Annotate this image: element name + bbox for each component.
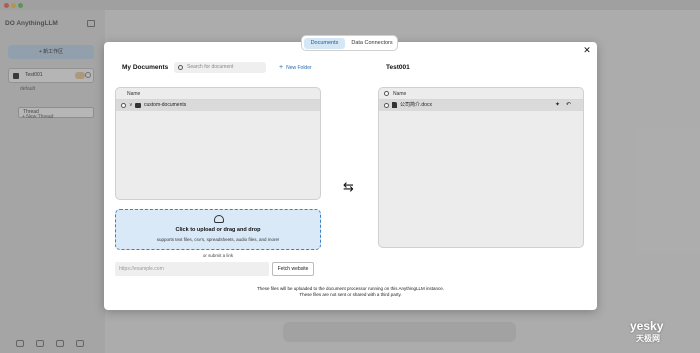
file-icon xyxy=(392,102,397,108)
workspace-docs-title: Test001 xyxy=(386,64,410,71)
or-submit-link: or submit a link xyxy=(202,253,234,258)
search-icon xyxy=(178,65,183,70)
upload-title: Click to upload or drag and drop xyxy=(175,227,261,233)
documents-modal: ✕ My Documents Search for document + New … xyxy=(104,42,597,310)
ws-column-header: Name xyxy=(379,88,583,100)
column-header-name: Name xyxy=(116,88,320,100)
plus-icon: + xyxy=(279,64,284,71)
search-input[interactable]: Search for document xyxy=(174,62,266,73)
watermark-sub: 天极网 xyxy=(636,334,660,343)
watermark-logo: yesky xyxy=(630,319,664,333)
upload-subtitle: supports text files, csv's, spreadsheets… xyxy=(156,237,280,242)
folder-name: custom-documents xyxy=(144,102,187,108)
ws-column-name: Name xyxy=(393,91,407,97)
url-input[interactable]: https://example.com xyxy=(115,262,269,276)
fetch-website-button[interactable]: Fetch website xyxy=(272,262,314,276)
chevron-down-icon[interactable]: ∨ xyxy=(129,100,133,111)
pin-icon[interactable]: ✦ xyxy=(555,100,560,111)
new-folder-label: New Folder xyxy=(286,65,312,71)
file-checkbox[interactable] xyxy=(384,103,389,108)
upload-dropzone[interactable]: Click to upload or drag and drop support… xyxy=(115,209,321,250)
my-documents-title: My Documents xyxy=(122,64,169,71)
footnote-line2: These files are not sent or shared with … xyxy=(299,292,402,297)
folder-icon xyxy=(135,103,141,108)
undo-icon[interactable]: ↶ xyxy=(566,100,571,111)
cloud-upload-icon xyxy=(214,215,224,223)
new-folder-button[interactable]: + New Folder xyxy=(279,63,312,73)
folder-row[interactable]: ∨ custom-documents xyxy=(116,100,320,111)
modal-tabs: Documents Data Connectors xyxy=(301,35,398,51)
tab-documents[interactable]: Documents xyxy=(304,38,345,49)
select-all-checkbox[interactable] xyxy=(384,91,389,96)
my-documents-panel: Name ∨ custom-documents xyxy=(115,87,321,200)
search-placeholder: Search for document xyxy=(187,64,234,70)
workspace-documents-panel: Name 公司简介.docx ✦ ↶ xyxy=(378,87,584,248)
file-row[interactable]: 公司简介.docx ✦ ↶ xyxy=(379,100,583,111)
file-name: 公司简介.docx xyxy=(400,102,432,108)
folder-checkbox[interactable] xyxy=(121,103,126,108)
close-icon[interactable]: ✕ xyxy=(582,45,592,55)
swap-icon[interactable]: ⇆ xyxy=(343,180,354,194)
tab-data-connectors[interactable]: Data Connectors xyxy=(348,38,396,49)
